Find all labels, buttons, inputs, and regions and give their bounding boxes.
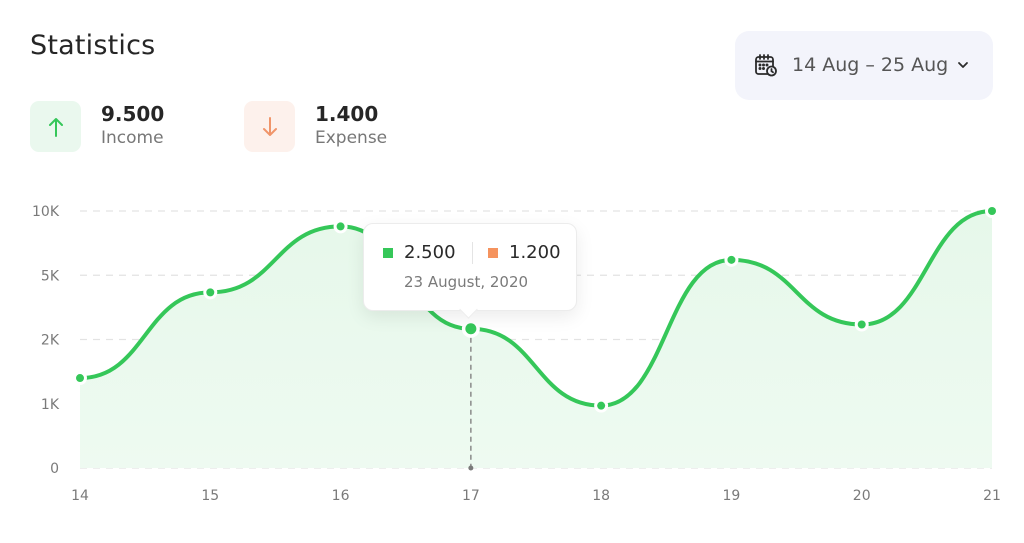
x-tick-label: 21 <box>983 488 1001 504</box>
x-tick-label: 14 <box>71 488 89 504</box>
x-tick-label: 20 <box>853 488 871 504</box>
tooltip-expense-value: 1.200 <box>509 242 561 263</box>
y-tick-label: 0 <box>50 461 59 477</box>
x-tick-label: 18 <box>592 488 610 504</box>
income-legend-square <box>383 248 393 258</box>
expense-legend-square <box>488 248 498 258</box>
tooltip-divider <box>472 242 473 264</box>
data-point[interactable] <box>76 374 84 383</box>
data-point[interactable] <box>857 320 866 329</box>
y-tick-label: 10K <box>32 204 60 220</box>
chart-tooltip: 2.500 1.200 23 August, 2020 <box>363 223 577 319</box>
tooltip-date: 23 August, 2020 <box>404 273 529 291</box>
x-tick-label: 19 <box>723 488 741 504</box>
data-point[interactable] <box>336 222 345 231</box>
y-tick-label: 5K <box>41 268 60 284</box>
data-point[interactable] <box>988 207 996 215</box>
x-tick-label: 16 <box>332 488 350 504</box>
data-point[interactable] <box>597 401 606 410</box>
hover-guide-anchor <box>468 465 474 471</box>
x-tick-label: 17 <box>462 488 480 504</box>
data-point[interactable] <box>206 288 215 297</box>
data-point[interactable] <box>465 323 477 335</box>
y-tick-label: 2K <box>41 333 60 349</box>
tooltip-income-value: 2.500 <box>404 242 456 263</box>
data-point[interactable] <box>727 255 736 264</box>
x-tick-label: 15 <box>201 488 219 504</box>
statistics-card: Statistics 14 Aug – 25 Aug 9.500 Income <box>0 0 1024 543</box>
y-tick-label: 1K <box>41 397 60 413</box>
